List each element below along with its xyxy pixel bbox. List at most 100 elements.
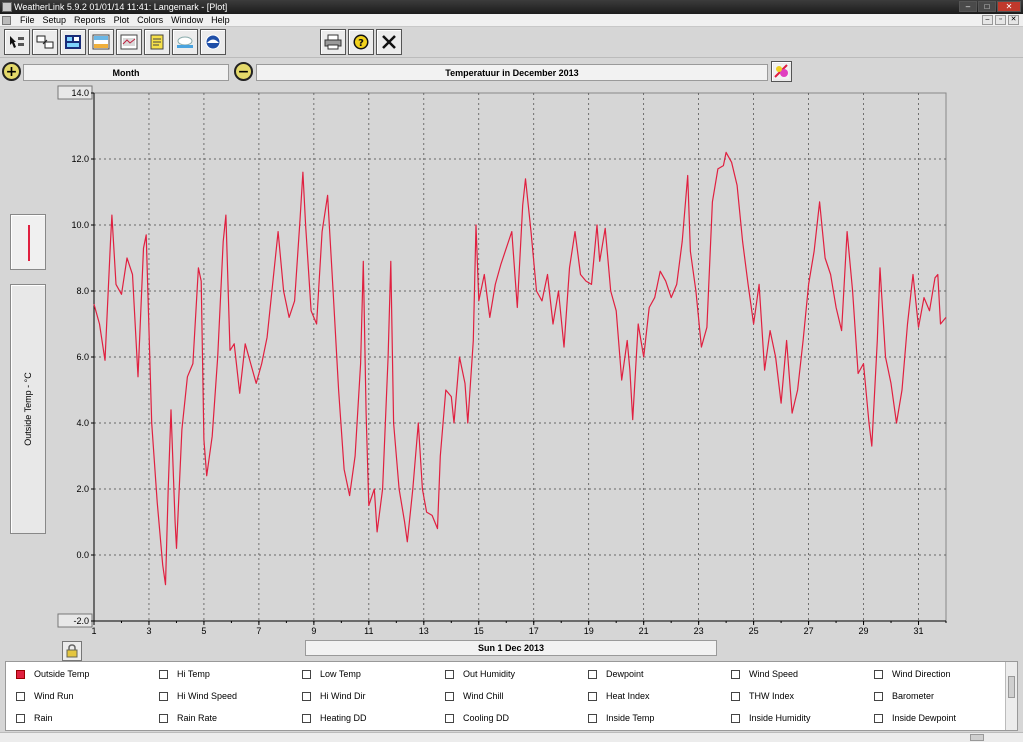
- x-tick-label: 21: [639, 626, 649, 636]
- weather-image-button[interactable]: [172, 29, 198, 55]
- variable-checkbox[interactable]: [302, 669, 311, 679]
- variable-label: Low Temp: [320, 669, 361, 679]
- variable-checkbox[interactable]: [159, 713, 168, 723]
- period-field[interactable]: Month: [23, 64, 229, 81]
- y-tick-label: 2.0: [76, 484, 89, 494]
- variable-option[interactable]: Rain Rate: [159, 711, 217, 725]
- help-button[interactable]: ?: [348, 29, 374, 55]
- variable-checkbox[interactable]: [588, 669, 597, 679]
- menu-window[interactable]: Window: [171, 14, 203, 27]
- series-color-swatch[interactable]: [10, 214, 46, 270]
- variable-option[interactable]: Heating DD: [302, 711, 367, 725]
- lock-axis-button[interactable]: [62, 641, 82, 661]
- mdi-minimize-button[interactable]: –: [982, 15, 993, 25]
- variable-label: Barometer: [892, 691, 935, 701]
- variable-option[interactable]: Inside Temp: [588, 711, 654, 725]
- horizontal-scrollbar[interactable]: [0, 732, 1023, 742]
- close-plot-button[interactable]: [376, 29, 402, 55]
- variable-checkbox[interactable]: [731, 691, 740, 701]
- x-tick-label: 29: [859, 626, 869, 636]
- summary-button[interactable]: [88, 29, 114, 55]
- variable-option[interactable]: Cooling DD: [445, 711, 509, 725]
- plot-button[interactable]: [116, 29, 142, 55]
- menu-colors[interactable]: Colors: [137, 14, 163, 27]
- menu-help[interactable]: Help: [211, 14, 230, 27]
- variable-checkbox[interactable]: [874, 713, 883, 723]
- zoom-in-button[interactable]: +: [2, 62, 21, 81]
- bulletin-button[interactable]: [60, 29, 86, 55]
- variable-checkbox[interactable]: [16, 691, 25, 701]
- variable-checkbox[interactable]: [874, 669, 883, 679]
- variable-checkbox[interactable]: [159, 669, 168, 679]
- variable-option[interactable]: Wind Chill: [445, 689, 504, 703]
- variable-option[interactable]: Low Temp: [302, 667, 361, 681]
- variable-checkbox[interactable]: [302, 691, 311, 701]
- series-line-outside-temp: [93, 151, 947, 586]
- app-icon[interactable]: [2, 2, 12, 12]
- variable-option[interactable]: Barometer: [874, 689, 934, 703]
- variable-checkbox[interactable]: [302, 713, 311, 723]
- plot-background: [93, 92, 947, 622]
- variable-option[interactable]: Out Humidity: [445, 667, 515, 681]
- maximize-button[interactable]: □: [978, 1, 996, 12]
- x-tick-label: 13: [419, 626, 429, 636]
- variable-checkbox[interactable]: [731, 713, 740, 723]
- y-limit-box[interactable]: [57, 85, 93, 100]
- document-icon[interactable]: [2, 16, 11, 25]
- mdi-close-button[interactable]: ✕: [1008, 15, 1019, 25]
- variable-option[interactable]: Wind Direction: [874, 667, 951, 681]
- variable-checkbox[interactable]: [159, 691, 168, 701]
- browse-notes-button[interactable]: [144, 29, 170, 55]
- y-limit-box[interactable]: [57, 613, 93, 628]
- scrollbar-thumb[interactable]: [1008, 676, 1015, 698]
- variable-option[interactable]: Hi Temp: [159, 667, 210, 681]
- variable-checkbox[interactable]: [445, 669, 454, 679]
- scrollbar-thumb[interactable]: [970, 734, 984, 741]
- select-station-button[interactable]: [4, 29, 30, 55]
- variable-option[interactable]: Outside Temp: [16, 667, 89, 681]
- variable-option[interactable]: Rain: [16, 711, 53, 725]
- color-settings-button[interactable]: [771, 61, 792, 82]
- variable-label: Rain: [34, 713, 53, 723]
- plot-icon: [120, 34, 138, 50]
- variable-checkbox[interactable]: [588, 713, 597, 723]
- variable-option[interactable]: Inside Dewpoint: [874, 711, 956, 725]
- variable-checkbox[interactable]: [16, 669, 25, 679]
- menu-reports[interactable]: Reports: [74, 14, 106, 27]
- variable-label: Heat Index: [606, 691, 650, 701]
- mdi-restore-button[interactable]: ▫: [995, 15, 1006, 25]
- variable-checkbox[interactable]: [731, 669, 740, 679]
- variable-panel-scrollbar[interactable]: [1005, 662, 1017, 730]
- variable-checkbox[interactable]: [874, 691, 883, 701]
- variable-checkbox[interactable]: [16, 713, 25, 723]
- close-window-button[interactable]: ✕: [997, 1, 1021, 12]
- y-axis-title-text: Outside Temp - °C: [23, 372, 33, 446]
- variable-option[interactable]: Inside Humidity: [731, 711, 811, 725]
- variable-option[interactable]: Wind Run: [16, 689, 74, 703]
- variable-option[interactable]: Hi Wind Dir: [302, 689, 366, 703]
- variable-label: Inside Humidity: [749, 713, 811, 723]
- variable-option[interactable]: THW Index: [731, 689, 794, 703]
- variable-checkbox[interactable]: [445, 691, 454, 701]
- menu-plot[interactable]: Plot: [114, 14, 130, 27]
- menu-setup[interactable]: Setup: [43, 14, 67, 27]
- print-button[interactable]: [320, 29, 346, 55]
- y-tick-label: 6.0: [76, 352, 89, 362]
- minimize-button[interactable]: –: [959, 1, 977, 12]
- x-tick-label: 27: [804, 626, 814, 636]
- variable-checkbox[interactable]: [588, 691, 597, 701]
- variable-label: Rain Rate: [177, 713, 218, 723]
- variable-checkbox[interactable]: [445, 713, 454, 723]
- menu-file[interactable]: File: [20, 14, 35, 27]
- variable-option[interactable]: Heat Index: [588, 689, 650, 703]
- zoom-out-button[interactable]: −: [234, 62, 253, 81]
- variable-option[interactable]: Hi Wind Speed: [159, 689, 237, 703]
- noaa-button[interactable]: [200, 29, 226, 55]
- date-label: Sun 1 Dec 2013: [305, 640, 717, 656]
- color-palette-icon: [774, 64, 789, 79]
- variable-option[interactable]: Wind Speed: [731, 667, 798, 681]
- plot-chart: 14.012.010.08.06.04.02.00.0-2.01 3 5 7 9 11 13…: [57, 85, 947, 636]
- variable-label: Hi Temp: [177, 669, 210, 679]
- variable-option[interactable]: Dewpoint: [588, 667, 644, 681]
- download-button[interactable]: [32, 29, 58, 55]
